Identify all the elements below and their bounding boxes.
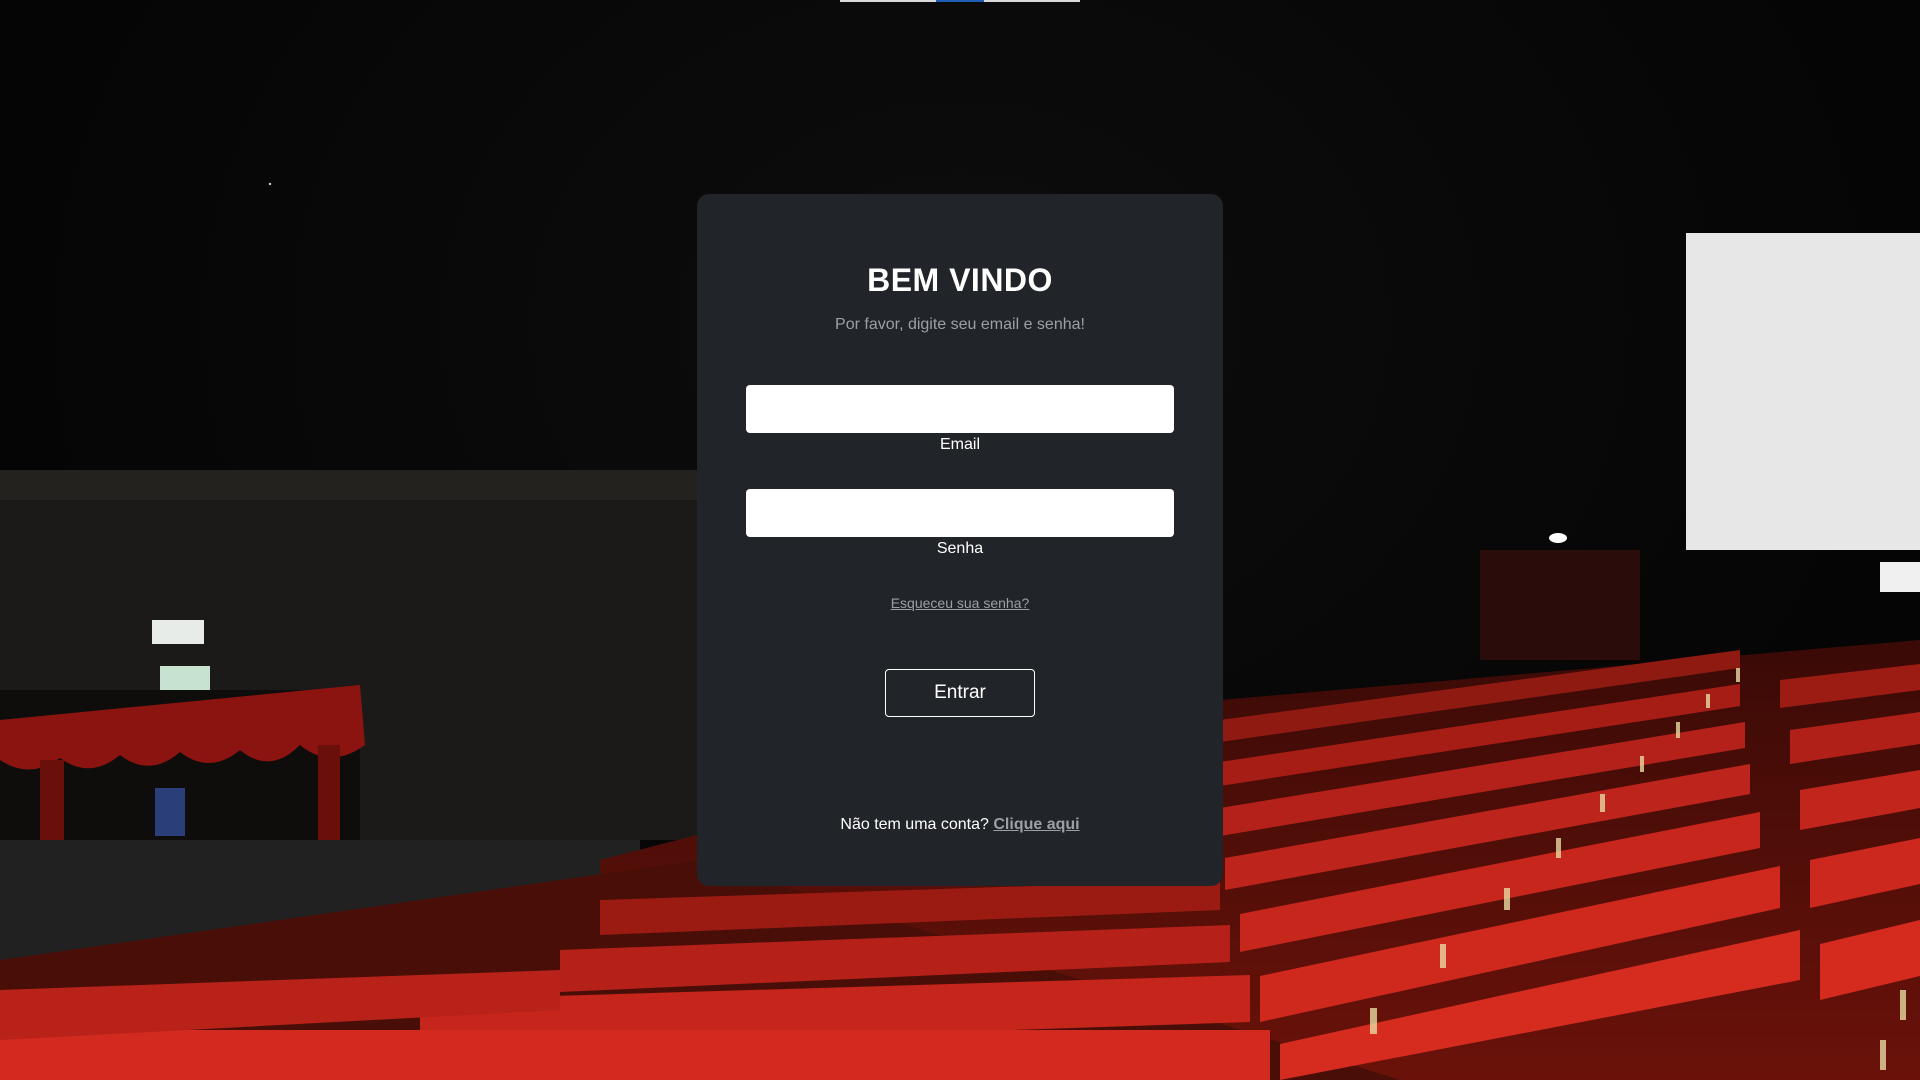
password-field[interactable] [746, 489, 1174, 537]
exit-sign [160, 666, 210, 690]
signup-link[interactable]: Clique aqui [993, 816, 1079, 833]
wall-light [1549, 533, 1567, 543]
signup-prompt: Não tem uma conta? [840, 816, 989, 833]
right-curtain [1480, 550, 1640, 660]
forgot-password-link[interactable]: Esqueceu sua senha? [891, 595, 1030, 611]
page-title: BEM VINDO [867, 262, 1053, 298]
curtain-drape [40, 760, 64, 840]
exit-sign [152, 620, 204, 644]
forgot-password-row: Esqueceu sua senha? [697, 595, 1223, 611]
login-button[interactable]: Entrar [885, 669, 1035, 717]
screen-edge [1880, 562, 1920, 592]
balcony-rail [0, 470, 700, 500]
signup-row: Não tem uma conta? Clique aqui [697, 816, 1223, 834]
top-scroll-indicator-accent [936, 0, 984, 2]
email-field[interactable] [746, 385, 1174, 433]
curtain-drape [318, 745, 340, 840]
stage-light [155, 788, 185, 836]
cinema-screen [1686, 233, 1920, 550]
email-label: Email [939, 436, 980, 453]
page-subtitle: Por favor, digite seu email e senha! [835, 316, 1085, 333]
password-label: Senha [936, 540, 984, 557]
ceiling-light [268, 182, 272, 186]
login-card: BEM VINDO Por favor, digite seu email e … [697, 194, 1223, 886]
